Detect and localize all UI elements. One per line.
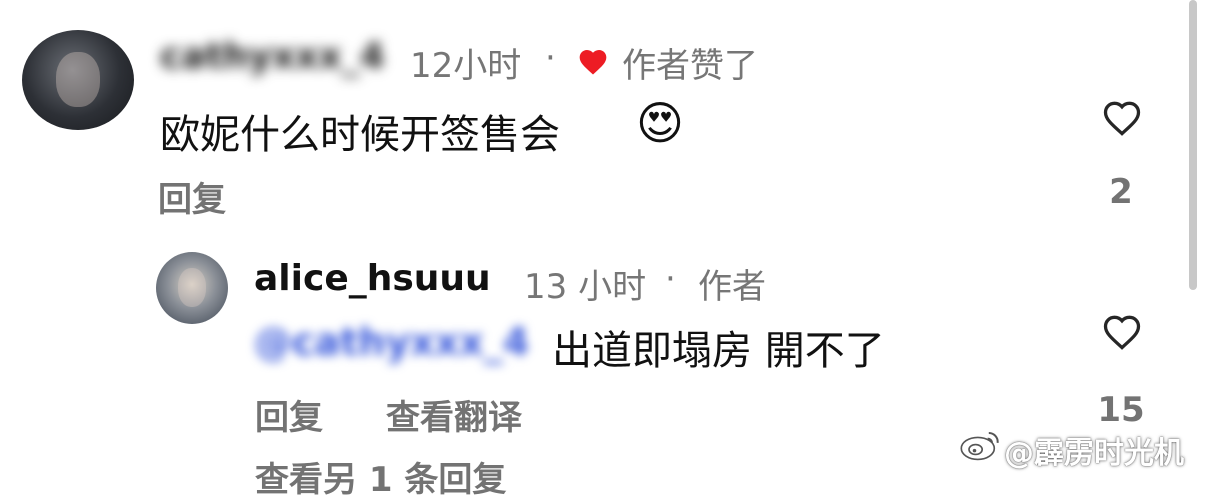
heart-outline-icon[interactable]	[1098, 96, 1146, 140]
scrollbar[interactable]	[1189, 0, 1197, 290]
heart-eyes-emoji: 😍	[636, 96, 684, 150]
avatar[interactable]	[22, 30, 134, 130]
reply-text: 出道即塌房 開不了	[552, 328, 885, 374]
like-count: 2	[1109, 172, 1133, 212]
mention-link[interactable]: @cathyxxx_4	[254, 320, 529, 364]
like-count: 15	[1097, 390, 1145, 430]
heart-filled-icon	[579, 50, 607, 75]
heart-outline-icon[interactable]	[1098, 310, 1146, 354]
author-badge: 作者	[698, 267, 766, 307]
author-liked-label: 作者赞了	[622, 46, 758, 86]
comment-text: 欧妮什么时候开签售会	[160, 112, 560, 158]
reply-username[interactable]: alice_hsuuu	[254, 258, 491, 299]
comment-username[interactable]: cathyxxx_4	[160, 36, 385, 77]
avatar-face	[177, 267, 207, 308]
meta-separator: ·	[545, 38, 556, 78]
avatar-face	[55, 52, 101, 107]
avatar[interactable]	[156, 252, 228, 324]
reply-time: 13 小时	[524, 267, 647, 307]
reply-button[interactable]: 回复	[255, 390, 323, 439]
view-more-replies-button[interactable]: 查看另 1 条回复	[255, 452, 506, 501]
weibo-icon	[960, 432, 999, 461]
comment-time: 12小时	[410, 46, 522, 86]
watermark-text: @霹雳时光机	[1004, 436, 1184, 471]
see-translation-button[interactable]: 查看翻译	[386, 390, 522, 439]
meta-separator: ·	[665, 259, 676, 299]
reply-button[interactable]: 回复	[158, 172, 226, 221]
